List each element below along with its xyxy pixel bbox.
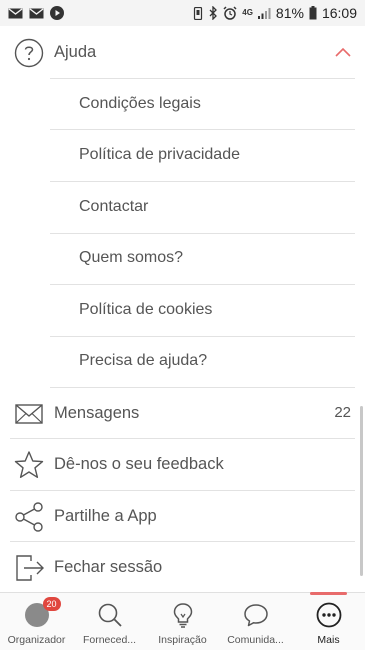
divider [50,78,355,79]
share-row[interactable]: Partilhe a App [0,491,365,542]
help-section-title: Ajuda [54,43,97,61]
help-icon [14,38,44,68]
menu-list: Ajuda Condições legais Política de priva… [0,26,365,592]
help-item-about-us[interactable]: Quem somos? [79,249,183,267]
vibrate-icon [193,6,203,20]
help-item-cookie-policy[interactable]: Política de cookies [79,301,212,319]
nav-vendors[interactable]: Forneced... [73,593,146,650]
nav-organizer[interactable]: 20 Organizador [0,593,73,650]
bluetooth-icon [208,6,218,20]
avatar-icon: 20 [24,597,61,628]
chevron-up-icon[interactable] [335,44,351,62]
signal-bars-icon [257,7,271,19]
alarm-icon [223,6,237,20]
scrollbar[interactable] [360,406,363,576]
mail-icon [29,7,44,19]
chat-bubble-icon [243,602,269,628]
divider [50,181,355,182]
battery-icon [309,6,317,20]
nav-label: Forneced... [82,634,137,646]
nav-community[interactable]: Comunida... [219,593,292,650]
signal-icon: 4G [242,9,253,17]
status-bar: 4G 81% 16:09 [0,0,365,26]
logout-row[interactable]: Fechar sessão [0,542,365,592]
logout-icon [13,552,45,584]
notification-badge: 20 [42,597,61,611]
nav-inspiration[interactable]: Inspiração [146,593,219,650]
clock: 16:09 [321,5,357,21]
help-item-privacy-policy[interactable]: Política de privacidade [79,146,240,164]
logout-label: Fechar sessão [54,558,163,576]
help-item-contact[interactable]: Contactar [79,198,148,216]
active-indicator [310,592,347,595]
share-label: Partilhe a App [54,507,157,525]
lightbulb-icon [170,602,196,628]
avatar: 20 [24,597,61,627]
star-icon [13,449,45,481]
play-icon [50,6,64,20]
search-icon [97,602,123,628]
messages-row[interactable]: Mensagens 22 [0,388,365,439]
nav-label: Organizador [7,634,66,646]
nav-more[interactable]: Mais [292,592,365,650]
divider [50,284,355,285]
system-icons: 4G 81% 16:09 [193,5,357,21]
help-section-header[interactable]: Ajuda [0,26,365,78]
notification-icons [8,6,64,20]
messages-label: Mensagens [54,404,140,422]
help-item-need-help[interactable]: Precisa de ajuda? [79,352,207,370]
feedback-row[interactable]: Dê-nos o seu feedback [0,439,365,490]
envelope-icon [13,398,45,430]
nav-label: Comunida... [227,634,284,646]
help-item-legal-conditions[interactable]: Condições legais [79,95,201,113]
bottom-nav: 20 Organizador Forneced... Inspiração Co… [0,592,365,650]
messages-count: 22 [334,404,351,421]
share-icon [13,501,45,533]
feedback-label: Dê-nos o seu feedback [54,455,224,473]
network-type: 4G [242,8,253,17]
nav-label: Inspiração [158,634,207,646]
divider [50,336,355,337]
nav-label: Mais [317,634,340,646]
mail-icon [8,7,23,19]
divider [50,129,355,130]
battery-level: 81% [275,5,304,21]
divider [50,233,355,234]
more-icon [316,602,342,628]
